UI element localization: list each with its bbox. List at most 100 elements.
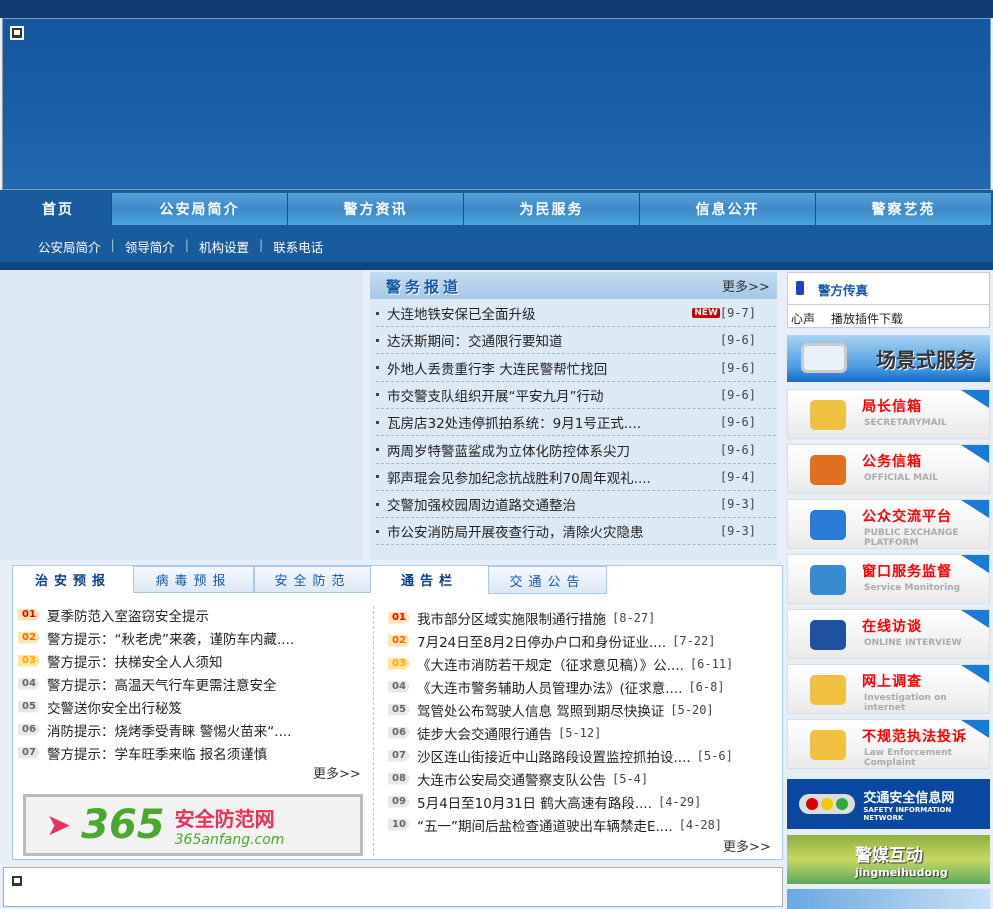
rank-badge: 01 — [18, 608, 40, 621]
police-media-banner[interactable]: 警媒互动 jingmeihudong — [787, 835, 990, 884]
item-title[interactable]: 大连市公安局交通警察支队公告 — [417, 769, 606, 789]
news-title[interactable]: 郭声琨会见参加纪念抗战胜利70周年观礼.... — [387, 467, 720, 487]
news-item[interactable]: 大连地铁安保已全面升级 NEW [9-7] — [376, 300, 776, 327]
subnav-organization[interactable]: 机构设置 — [199, 237, 249, 256]
list-item[interactable]: 07 沙区连山街接近中山路路段设置监控抓拍设.... [5-6] — [388, 744, 733, 767]
news-date: [9-6] — [719, 387, 756, 402]
device-icon — [801, 343, 847, 373]
list-item[interactable]: 10 “五一”期间后盐检查通道驶出车辆禁走E.... [4-28] — [388, 813, 722, 836]
item-title[interactable]: 《大连市消防若干规定（征求意见稿）》公.... — [417, 654, 684, 674]
nav-police-news[interactable]: 警方资讯 — [288, 193, 464, 225]
news-title[interactable]: 大连地铁安保已全面升级 — [387, 303, 684, 323]
list-item[interactable]: 04 《大连市警务辅助人员管理办法》(征求意.... [6-8] — [388, 675, 725, 698]
scene-service-banner[interactable]: 场景式服务 — [787, 335, 990, 382]
tab-security-forecast[interactable]: 治安预报 — [13, 566, 133, 593]
news-item[interactable]: 郭声琨会见参加纪念抗战胜利70周年观礼.... [9-4] — [376, 464, 776, 491]
news-title[interactable]: 两周岁特警蓝鲨成为立体化防控体系尖刀 — [387, 440, 720, 460]
news-title[interactable]: 交警加强校园周边道路交通整治 — [387, 494, 720, 514]
safety-more-link[interactable]: 更多>> — [313, 763, 361, 782]
news-title[interactable]: 市交警支队组织开展“平安九月”行动 — [387, 385, 720, 405]
service-button[interactable]: 公众交流平台 PUBLIC EXCHANGE PLATFORM — [787, 499, 990, 549]
service-button[interactable]: 局长信箱 SECRETARYMAIL — [787, 389, 990, 439]
list-item[interactable]: 01 我市部分区域实施限制通行措施 [8-27] — [388, 606, 655, 629]
news-item[interactable]: 交警加强校园周边道路交通整治 [9-3] — [376, 491, 776, 519]
nav-bureau-intro[interactable]: 公安局简介 — [112, 193, 288, 225]
service-subtitle: OFFICIAL MAIL — [864, 473, 939, 483]
list-item[interactable]: 03 《大连市消防若干规定（征求意见稿）》公.... [6-11] — [388, 652, 733, 675]
list-item[interactable]: 03 警方提示：扶梯安全人人须知 — [18, 649, 223, 672]
list-item[interactable]: 04 警方提示：高温天气行车更需注意安全 — [18, 672, 277, 695]
service-button[interactable]: 公务信箱 OFFICIAL MAIL — [787, 444, 990, 494]
corner-ribbon — [961, 445, 989, 463]
corner-ribbon — [961, 390, 989, 408]
list-item[interactable]: 09 5月4日至10月31日 鹤大高速有路段.... [4-29] — [388, 790, 701, 813]
item-title[interactable]: 夏季防范入室盗窃安全提示 — [47, 605, 209, 625]
nav-police-art[interactable]: 警察艺苑 — [816, 193, 991, 225]
subnav-bureau-intro[interactable]: 公安局简介 — [38, 237, 101, 256]
365anfang-ad[interactable]: ➤ 365 安全防范网 365anfang.com — [23, 794, 363, 856]
service-button[interactable]: 网上调查 Investigation on internet — [787, 664, 990, 714]
list-item[interactable]: 08 大连市公安局交通警察支队公告 [5-4] — [388, 767, 648, 790]
nav-public-service[interactable]: 为民服务 — [464, 193, 640, 225]
item-title[interactable]: “五一”期间后盐检查通道驶出车辆禁走E.... — [417, 815, 673, 835]
tab-safety-prevention[interactable]: 安全防范 — [254, 566, 371, 593]
list-item[interactable]: 05 交警送你安全出行秘笈 — [18, 695, 182, 718]
news-item[interactable]: 瓦房店32处违停抓拍系统：9月1号正式.... [9-6] — [376, 409, 776, 437]
list-item[interactable]: 01 夏季防范入室盗窃安全提示 — [18, 603, 209, 626]
news-item[interactable]: 达沃斯期间：交通限行要知道 [9-6] — [376, 327, 776, 355]
item-title[interactable]: 5月4日至10月31日 鹤大高速有路段.... — [417, 792, 652, 812]
news-date: [9-6] — [719, 360, 756, 375]
tab-virus-forecast[interactable]: 病毒预报 — [133, 566, 254, 593]
news-title[interactable]: 外地人丢贵重行李 大连民警帮忙找回 — [387, 358, 720, 378]
item-title[interactable]: 消防提示：烧烤季受青睐 警惕火苗来“.... — [47, 720, 291, 740]
fax-link-voice[interactable]: 心声 — [791, 310, 815, 327]
list-item[interactable]: 06 消防提示：烧烤季受青睐 警惕火苗来“.... — [18, 718, 291, 741]
rank-badge: 05 — [388, 703, 410, 716]
list-item[interactable]: 07 警方提示：学车旺季来临 报名须谨慎 — [18, 741, 267, 764]
item-title[interactable]: 警方提示：扶梯安全人人须知 — [47, 651, 223, 671]
item-title[interactable]: 7月24日至8月2日停办户口和身份证业.... — [417, 631, 666, 651]
news-title[interactable]: 瓦房店32处违停抓拍系统：9月1号正式.... — [387, 412, 720, 432]
service-button[interactable]: 不规范执法投诉 Law Enforcement Complaint — [787, 719, 990, 769]
traffic-safety-banner[interactable]: 交通安全信息网 SAFETY INFORMATION NETWORK — [787, 779, 990, 829]
nav-info-disclosure[interactable]: 信息公开 — [640, 193, 816, 225]
tab-notice-board[interactable]: 通告栏 — [371, 566, 488, 593]
notice-more-link[interactable]: 更多>> — [723, 836, 771, 855]
news-title[interactable]: 市公安消防局开展夜查行动，清除火灾隐患 — [387, 521, 720, 541]
list-item[interactable]: 02 7月24日至8月2日停办户口和身份证业.... [7-22] — [388, 629, 715, 652]
item-title[interactable]: 警方提示：学车旺季来临 报名须谨慎 — [47, 743, 267, 763]
item-title[interactable]: 《大连市警务辅助人员管理办法》(征求意.... — [417, 677, 682, 697]
news-item[interactable]: 市公安消防局开展夜查行动，清除火灾隐患 [9-3] — [376, 518, 776, 546]
item-title[interactable]: 交警送你安全出行秘笈 — [47, 697, 182, 717]
news-item[interactable]: 两周岁特警蓝鲨成为立体化防控体系尖刀 [9-6] — [376, 437, 776, 464]
news-item[interactable]: 外地人丢贵重行李 大连民警帮忙找回 [9-6] — [376, 355, 776, 382]
service-button[interactable]: 窗口服务监督 Service Monitoring — [787, 554, 990, 604]
corner-ribbon — [961, 500, 989, 518]
subnav-contact[interactable]: 联系电话 — [273, 237, 323, 256]
item-title[interactable]: 警方提示：“秋老虎”来袭，谨防车内藏.... — [47, 628, 294, 648]
phone-icon — [796, 281, 804, 295]
subnav-leaders[interactable]: 领导简介 — [125, 237, 175, 256]
news-title[interactable]: 达沃斯期间：交通限行要知道 — [387, 330, 720, 350]
item-title[interactable]: 警方提示：高温天气行车更需注意安全 — [47, 674, 277, 694]
item-title[interactable]: 驾管处公布驾驶人信息 驾照到期尽快换证 — [417, 700, 664, 720]
tab-traffic-notice[interactable]: 交通公告 — [488, 566, 607, 594]
rank-badge: 07 — [18, 746, 40, 759]
list-item[interactable]: 02 警方提示：“秋老虎”来袭，谨防车内藏.... — [18, 626, 294, 649]
header-banner — [2, 18, 991, 190]
ad-logo: 365 — [81, 802, 165, 848]
more-link[interactable]: 更多>> — [722, 276, 770, 295]
news-item[interactable]: 市交警支队组织开展“平安九月”行动 [9-6] — [376, 382, 776, 409]
nav-home[interactable]: 首页 — [5, 193, 112, 225]
service-icon — [810, 565, 846, 595]
service-button[interactable]: 在线访谈 ONLINE INTERVIEW — [787, 609, 990, 659]
item-title[interactable]: 沙区连山街接近中山路路段设置监控抓拍设.... — [417, 746, 691, 766]
bullet-icon — [376, 529, 379, 533]
list-item[interactable]: 05 驾管处公布驾驶人信息 驾照到期尽快换证 [5-20] — [388, 698, 714, 721]
list-item[interactable]: 06 徒步大会交通限行通告 [5-12] — [388, 721, 601, 744]
item-title[interactable]: 徒步大会交通限行通告 — [417, 723, 552, 743]
bottom-banner[interactable] — [787, 889, 990, 909]
bullet-icon — [376, 448, 379, 451]
fax-link-plugin[interactable]: 播放插件下载 — [831, 310, 903, 327]
item-title[interactable]: 我市部分区域实施限制通行措施 — [417, 608, 606, 628]
